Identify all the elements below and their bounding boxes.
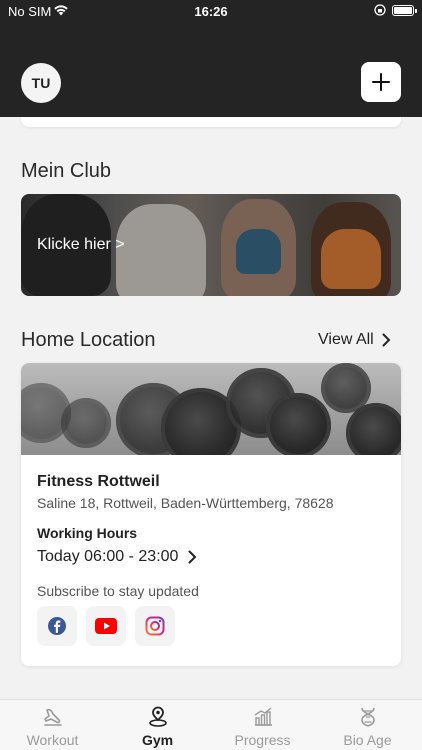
tab-progress[interactable]: Progress xyxy=(210,700,315,750)
working-hours-label: Working Hours xyxy=(37,525,138,541)
gym-content[interactable]: Mein Club Klicke hier > Home Location Vi… xyxy=(0,117,422,699)
youtube-button[interactable] xyxy=(86,606,126,646)
view-all-label: View All xyxy=(318,331,374,348)
gym-address: Saline 18, Rottweil, Baden-Württemberg, … xyxy=(37,495,334,511)
app-header: No SIM 16:26 TU xyxy=(0,0,422,117)
home-location-card[interactable]: Fitness Rottweil Saline 18, Rottweil, Ba… xyxy=(21,363,401,666)
chevron-right-icon xyxy=(188,550,197,564)
club-card-label: Klicke hier > xyxy=(37,236,125,253)
tab-label: Gym xyxy=(141,732,174,748)
instagram-button[interactable] xyxy=(135,606,175,646)
facebook-button[interactable] xyxy=(37,606,77,646)
clock: 16:26 xyxy=(194,4,228,19)
battery-icon xyxy=(392,5,417,16)
club-banner[interactable]: Klicke hier > xyxy=(21,194,401,296)
previous-card xyxy=(21,117,401,127)
working-hours-button[interactable]: Today 06:00 - 23:00 xyxy=(37,548,197,566)
chevron-right-icon xyxy=(382,333,391,347)
home-location-title: Home Location xyxy=(21,329,156,351)
progress-chart-icon xyxy=(254,707,272,726)
workout-icon xyxy=(43,708,62,726)
add-button[interactable] xyxy=(361,62,401,102)
bio-age-icon xyxy=(360,707,375,727)
gym-name: Fitness Rottweil xyxy=(37,473,160,490)
working-hours-value: Today 06:00 - 23:00 xyxy=(37,548,179,565)
gym-location-icon xyxy=(148,706,167,727)
club-section-title: Mein Club xyxy=(21,160,112,182)
orientation-lock-icon xyxy=(374,4,386,16)
bottom-tab-bar: Workout Gym Progress Bio Age xyxy=(0,699,422,750)
youtube-icon xyxy=(95,618,117,634)
subscribe-label: Subscribe to stay updated xyxy=(37,583,199,599)
tab-label: Bio Age xyxy=(343,732,392,748)
instagram-icon xyxy=(145,616,165,636)
avatar[interactable]: TU xyxy=(21,63,61,103)
plus-icon xyxy=(372,73,390,91)
tab-label: Progress xyxy=(234,732,291,748)
gym-photo xyxy=(21,363,401,455)
facebook-icon xyxy=(48,617,66,635)
tab-label: Workout xyxy=(26,732,79,748)
status-bar: No SIM 16:26 xyxy=(0,0,422,22)
tab-workout[interactable]: Workout xyxy=(0,700,105,750)
tab-gym[interactable]: Gym xyxy=(105,700,210,750)
tab-bio-age[interactable]: Bio Age xyxy=(315,700,420,750)
view-all-link[interactable]: View All xyxy=(318,331,391,349)
